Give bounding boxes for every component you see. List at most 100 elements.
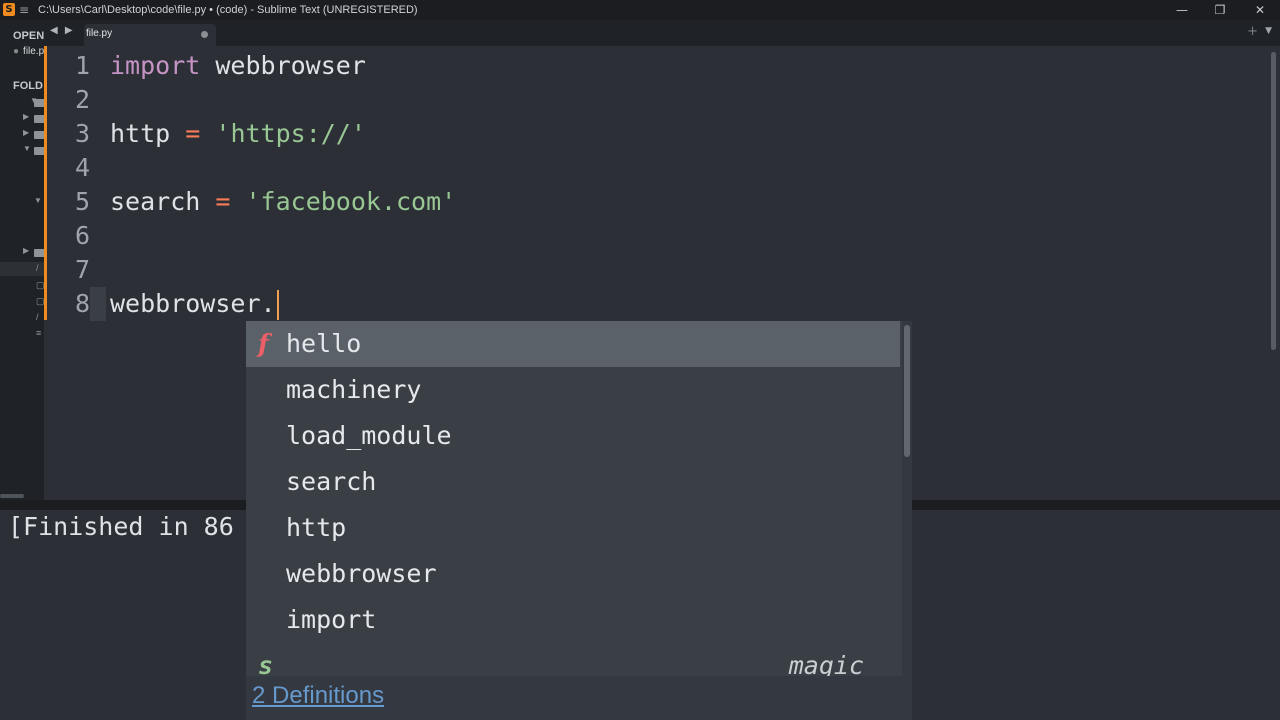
autocomplete-item-label: load_module: [286, 421, 452, 450]
file-icon: /: [36, 263, 39, 273]
line-number: 7: [74, 255, 90, 284]
sidebar-folder-row[interactable]: ▼: [0, 196, 44, 210]
code-line[interactable]: 5 search = 'facebook.com': [44, 185, 1268, 219]
code-line[interactable]: 1 import webbrowser: [44, 49, 1268, 83]
sidebar-folder-row[interactable]: ▶: [0, 246, 44, 260]
chevron-down-icon: ▼: [23, 144, 31, 153]
autocomplete-item-label: machinery: [286, 375, 422, 404]
chevron-right-icon: ▶: [23, 246, 30, 255]
text-caret: [276, 290, 279, 320]
sidebar-file-row[interactable]: ▢: [0, 280, 44, 294]
code-token: =: [185, 119, 201, 148]
sidebar-file-row[interactable]: ▢: [0, 296, 44, 310]
snippet-kind-icon: s: [258, 651, 274, 676]
autocomplete-popup[interactable]: f hello machinery load_modulesearch http webb…: [246, 321, 912, 676]
sidebar-folder-row[interactable]: ▼: [0, 144, 44, 158]
sidebar-folder-row[interactable]: ▶: [0, 112, 44, 126]
code-text: webbrowser.: [110, 287, 279, 321]
window-title: C:\Users\Carl\Desktop\code\file.py • (co…: [38, 4, 418, 16]
file-icon: ▢: [36, 296, 44, 306]
line-number: 1: [74, 51, 90, 80]
folder-icon: [34, 131, 44, 139]
file-icon: ≡: [36, 328, 42, 338]
sidebar-folder-row[interactable]: ▶: [0, 128, 44, 142]
autocomplete-item[interactable]: machinery: [246, 367, 900, 413]
autocomplete-item[interactable]: import: [246, 597, 900, 643]
tab-file-py[interactable]: file.py: [84, 24, 216, 46]
code-token: http: [110, 119, 186, 148]
code-text: import webbrowser: [110, 49, 366, 83]
autocomplete-scrollbar-thumb[interactable]: [904, 325, 910, 457]
code-line[interactable]: 8 webbrowser.: [44, 287, 1268, 321]
code-token: 'facebook.com': [245, 187, 457, 216]
code-text: search = 'facebook.com': [110, 185, 456, 219]
menu-icon[interactable]: ≡: [19, 0, 29, 20]
chevron-down-icon: ▼: [34, 196, 42, 205]
line-number: 8: [74, 289, 90, 318]
autocomplete-item[interactable]: search: [246, 459, 900, 505]
folder-icon: [34, 147, 44, 155]
chevron-right-icon: ▶: [23, 128, 30, 137]
line-number: 3: [74, 119, 90, 148]
close-button[interactable]: ✕: [1245, 0, 1275, 20]
folder-icon: [34, 115, 44, 123]
tab-label: file.py: [86, 28, 113, 39]
folder-icon: [34, 99, 44, 107]
sidebar-folder-row[interactable]: ▼: [0, 96, 44, 110]
code-token: =: [215, 187, 231, 216]
sidebar-open-file-label: file.py: [23, 46, 44, 57]
modified-dot-icon: ●: [13, 46, 20, 57]
new-tab-icon[interactable]: +: [1247, 24, 1258, 39]
sidebar: OPEN ●file.py FOLD ▼ ▶ ▶ ▼ ▼ ▶ / ▢ ▢ / ≡: [0, 20, 44, 500]
autocomplete-item[interactable]: f hello: [246, 321, 900, 367]
code-text: http = 'https://': [110, 117, 366, 151]
autocomplete-item-label: hello: [286, 329, 362, 358]
autocomplete-scrollbar[interactable]: [902, 321, 912, 676]
tab-list-chevron-icon[interactable]: ▼: [1265, 26, 1272, 36]
sublime-logo-icon: S: [3, 3, 15, 16]
line-number: 2: [74, 85, 90, 114]
autocomplete-item-hint: magic: [788, 651, 864, 676]
function-kind-icon: f: [258, 329, 269, 358]
build-output: [Finished in 86: [8, 512, 234, 541]
sidebar-scrollbar[interactable]: [0, 494, 24, 498]
title-bar: S ≡ C:\Users\Carl\Desktop\code\file.py •…: [0, 0, 1280, 20]
open-files-header: OPEN: [13, 30, 44, 42]
minimize-button[interactable]: —: [1167, 0, 1197, 20]
tab-nav-arrows-icon[interactable]: ◀ ▶: [50, 25, 75, 36]
autocomplete-item[interactable]: http: [246, 505, 900, 551]
line-number: 6: [74, 221, 90, 250]
folders-header: FOLD: [13, 80, 43, 92]
sidebar-file-row-selected[interactable]: /: [0, 262, 44, 276]
code-line[interactable]: 6: [44, 219, 1268, 253]
unsaved-dot-icon[interactable]: [201, 31, 208, 38]
file-icon: ▢: [36, 280, 44, 290]
sidebar-file-row[interactable]: ≡: [0, 328, 44, 342]
autocomplete-item[interactable]: webbrowser: [246, 551, 900, 597]
line-number: 4: [74, 153, 90, 182]
autocomplete-item[interactable]: s magic: [246, 643, 900, 676]
code-token: import: [110, 51, 201, 80]
autocomplete-item-label: http: [286, 513, 347, 542]
editor-scrollbar-thumb[interactable]: [1271, 52, 1276, 350]
autocomplete-item-label: search: [286, 467, 377, 496]
sidebar-open-file[interactable]: ●file.py: [13, 46, 44, 57]
code-line[interactable]: 3 http = 'https://': [44, 117, 1268, 151]
editor-scrollbar[interactable]: [1268, 46, 1280, 500]
folder-icon: [34, 249, 44, 257]
code-line[interactable]: 7: [44, 253, 1268, 287]
current-line-highlight: [90, 287, 106, 321]
tab-bar: ◀ ▶ file.py + ▼: [44, 20, 1280, 46]
sidebar-file-row[interactable]: /: [0, 312, 44, 326]
code-token: 'https://': [215, 119, 366, 148]
autocomplete-item[interactable]: load_module: [246, 413, 900, 459]
code-line[interactable]: 2: [44, 83, 1268, 117]
code-token: search: [110, 187, 216, 216]
definitions-link[interactable]: 2 Definitions: [252, 682, 384, 710]
code-token: webbrowser.: [110, 289, 276, 318]
restore-button[interactable]: ❐: [1205, 0, 1235, 20]
code-line[interactable]: 4: [44, 151, 1268, 185]
code-token: webbrowser: [200, 51, 366, 80]
